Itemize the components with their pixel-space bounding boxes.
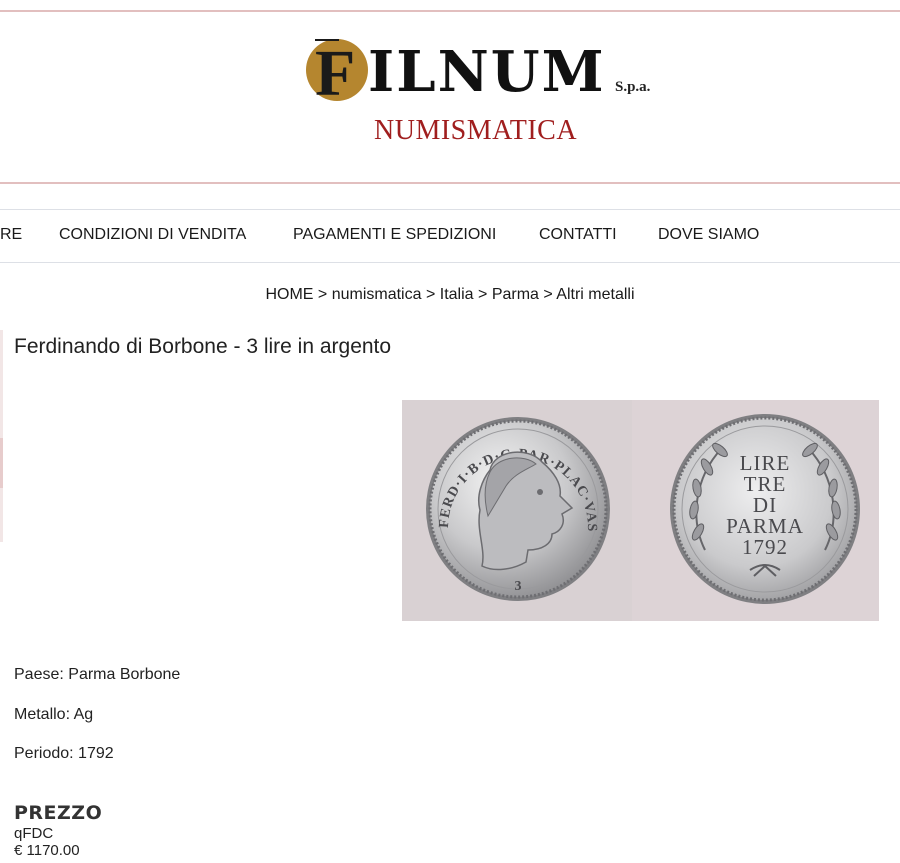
logo-monogram: F [305, 37, 375, 110]
coin-reverse: LIRE TRE DI PARMA 1792 [670, 414, 860, 604]
nav-item-dove-siamo[interactable]: DOVE SIAMO [658, 226, 759, 244]
coin-reverse-line-5: 1792 [742, 535, 788, 559]
site-header: F ILNUM S.p.a. NUMISMATICA [0, 12, 900, 182]
breadcrumb-separator: > [317, 286, 328, 303]
logo-initial: F [315, 37, 355, 107]
nav-item-condizioni-di-vendita[interactable]: CONDIZIONI DI VENDITA [59, 226, 246, 244]
spec-paese: Paese: Parma Borbone [14, 666, 180, 684]
sidebar-edge [0, 330, 3, 542]
price-heading: PREZZO [14, 802, 103, 824]
spec-label: Periodo: [14, 745, 74, 762]
breadcrumb-numismatica[interactable]: numismatica [332, 286, 422, 303]
spec-periodo: Periodo: 1792 [14, 745, 114, 763]
filnum-logo[interactable]: F ILNUM S.p.a. NUMISMATICA [300, 37, 670, 157]
header-bottom-rule [0, 182, 900, 184]
nav-item-contatti[interactable]: CONTATTI [539, 226, 617, 244]
breadcrumb-separator: > [425, 286, 436, 303]
spec-metallo: Metallo: Ag [14, 706, 93, 724]
nav-item-pagamenti-e-spedizioni[interactable]: PAGAMENTI E SPEDIZIONI [293, 226, 496, 244]
logo-company-suffix: S.p.a. [615, 79, 651, 95]
breadcrumb-separator: > [543, 286, 553, 303]
nav-item-partial[interactable]: RE [0, 226, 22, 244]
spec-label: Paese: [14, 666, 64, 683]
product-title: Ferdinando di Borbone - 3 lire in argent… [14, 335, 392, 358]
breadcrumb-parma[interactable]: Parma [492, 286, 539, 303]
breadcrumb-altri-metalli[interactable]: Altri metalli [556, 286, 634, 303]
breadcrumb-italia[interactable]: Italia [440, 286, 474, 303]
logo-wordmark: ILNUM [368, 39, 606, 105]
spec-value: Parma Borbone [68, 666, 181, 683]
breadcrumb: HOME > numismatica > Italia > Parma > Al… [0, 286, 900, 304]
breadcrumb-separator: > [478, 286, 488, 303]
breadcrumb-home[interactable]: HOME [265, 286, 313, 303]
coin-obverse-mark: 3 [515, 579, 522, 594]
spec-value: 1792 [78, 745, 114, 762]
spec-label: Metallo: [14, 706, 71, 723]
spec-value: Ag [73, 706, 94, 723]
main-navigation: RE CONDIZIONI DI VENDITA PAGAMENTI E SPE… [0, 209, 900, 263]
price-grade: qFDC [14, 825, 54, 842]
sidebar-edge-highlight [0, 438, 3, 488]
product-image[interactable]: FERD·I·B·D·G·PAR·PLAC·VAS·ET·DVX 3 [402, 400, 879, 621]
price-amount: € 1170.00 [14, 842, 80, 859]
logo-tagline: NUMISMATICA [374, 115, 578, 146]
